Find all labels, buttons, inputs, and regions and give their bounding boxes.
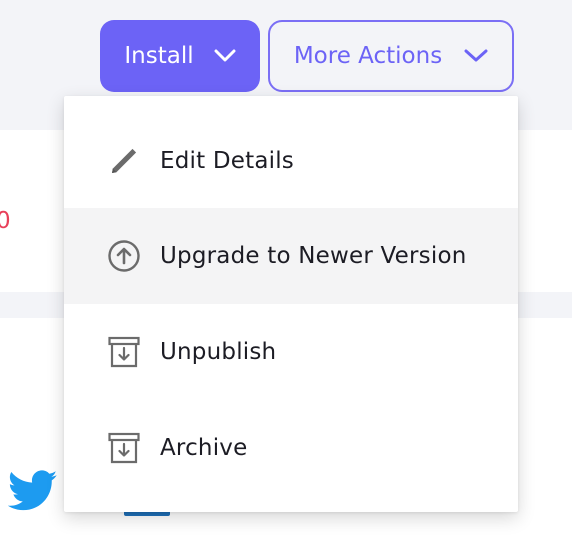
more-actions-button-label: More Actions — [293, 43, 443, 69]
archive-box-icon — [106, 430, 142, 466]
twitter-icon[interactable] — [7, 469, 58, 513]
install-button[interactable]: Install — [100, 20, 260, 92]
menu-item-label: Archive — [160, 435, 248, 461]
chevron-down-icon — [214, 49, 236, 63]
arrow-up-circle-icon — [106, 238, 142, 274]
chevron-down-icon — [464, 49, 488, 63]
menu-item-edit-details[interactable]: Edit Details — [64, 113, 518, 209]
menu-item-unpublish[interactable]: Unpublish — [64, 304, 518, 400]
menu-item-label: Edit Details — [160, 148, 294, 174]
menu-item-label: Upgrade to Newer Version — [160, 243, 467, 269]
menu-item-label: Unpublish — [160, 339, 277, 365]
menu-item-upgrade[interactable]: Upgrade to Newer Version — [64, 208, 518, 304]
pencil-icon — [106, 143, 142, 179]
more-actions-button[interactable]: More Actions — [268, 20, 514, 92]
more-actions-menu: Edit Details Upgrade to Newer Version Un… — [64, 96, 518, 512]
archive-box-icon — [106, 334, 142, 370]
menu-item-archive[interactable]: Archive — [64, 400, 518, 496]
partial-value-text: 0 — [0, 208, 11, 234]
install-button-label: Install — [124, 43, 194, 69]
